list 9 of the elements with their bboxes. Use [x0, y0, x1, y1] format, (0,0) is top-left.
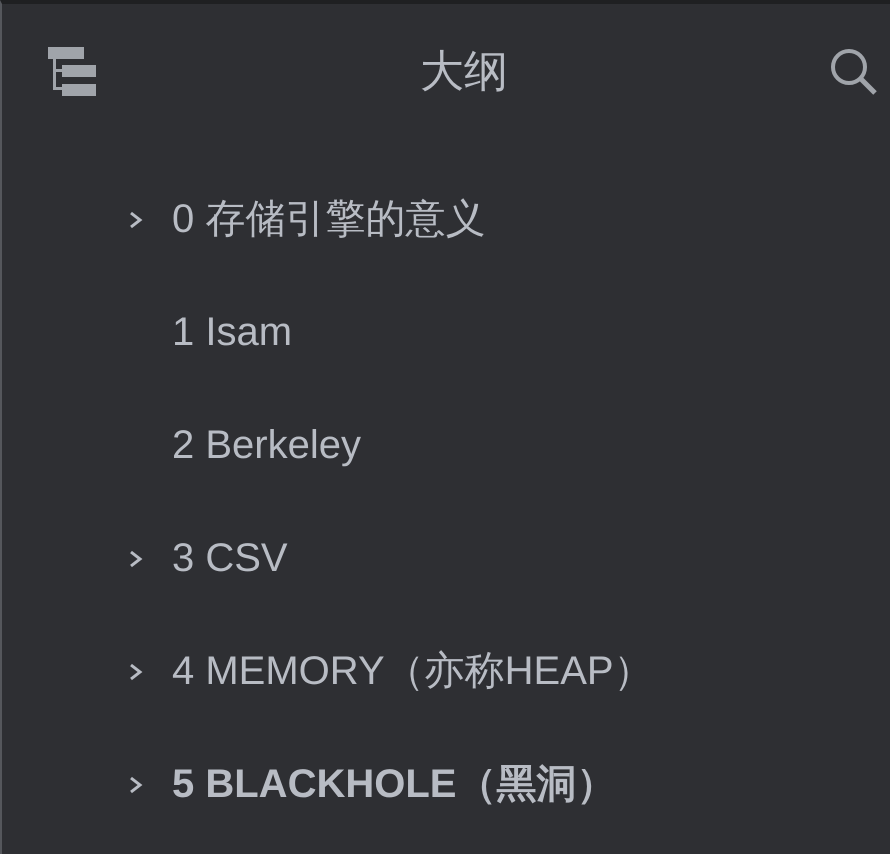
- outline-item[interactable]: 3 CSV: [172, 528, 288, 588]
- outline-item[interactable]: 4 MEMORY（亦称HEAP）: [172, 640, 654, 700]
- outline-item[interactable]: 1 Isam: [172, 302, 292, 362]
- outline-item[interactable]: 5 BLACKHOLE（黑洞）: [172, 754, 616, 814]
- search-icon[interactable]: [830, 48, 878, 96]
- outline-item[interactable]: 2 Berkeley: [172, 414, 361, 474]
- outline-item[interactable]: 0 存储引擎的意义: [172, 188, 486, 248]
- panel-title: 大纲: [420, 46, 508, 98]
- outline-icon[interactable]: [48, 47, 98, 97]
